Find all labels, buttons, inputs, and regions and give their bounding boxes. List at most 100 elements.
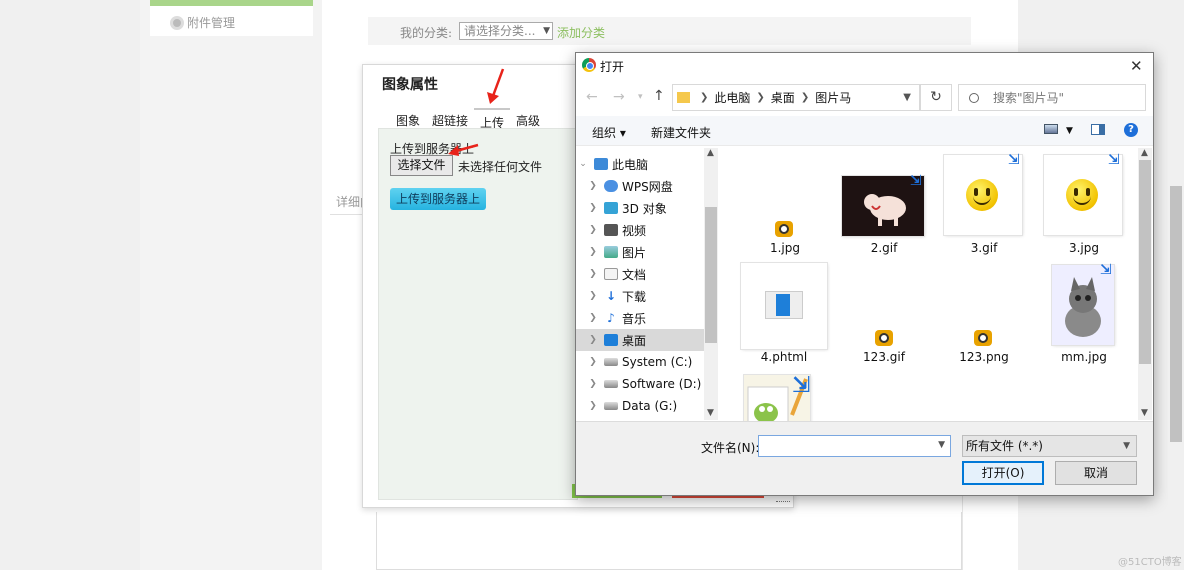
refresh-icon[interactable]: ↻ bbox=[920, 84, 952, 111]
page-scrollbar-thumb[interactable] bbox=[1170, 186, 1182, 442]
tree-item-label: 视频 bbox=[622, 223, 647, 238]
chevron-down-icon[interactable]: ▼ bbox=[707, 408, 714, 418]
chevron-down-icon[interactable]: ▼ bbox=[903, 92, 911, 103]
shortcut-arrow-icon: ⇲ bbox=[1108, 152, 1120, 168]
tree-scrollbar-thumb[interactable] bbox=[705, 207, 717, 343]
tree-item-label: Software (D:) bbox=[622, 377, 702, 391]
sidebar-item-attachments[interactable]: 附件管理 bbox=[170, 14, 235, 31]
add-category-link[interactable]: 添加分类 bbox=[557, 24, 605, 41]
search-icon bbox=[969, 92, 979, 103]
file-thumbnail bbox=[741, 263, 827, 349]
file-item[interactable]: mm.jpg bbox=[1038, 350, 1130, 364]
file-item[interactable]: 2.gif bbox=[838, 241, 930, 255]
navigation-tree: ⌄ 此电脑 ❯ WPS网盘 ❯ 3D 对象 ❯ 视频 ❯ 图片 ❯ 文档 ❯ ↓… bbox=[576, 147, 718, 421]
tree-item-drive-g[interactable]: ❯ Data (G:) bbox=[576, 395, 704, 417]
tree-item-label: 图片 bbox=[622, 245, 647, 260]
dialog-title: 打开 bbox=[600, 60, 625, 74]
back-arrow-icon[interactable]: ← bbox=[586, 89, 598, 105]
chrome-icon bbox=[582, 58, 596, 72]
tree-item-label: 桌面 bbox=[622, 333, 647, 348]
tree-item-drive-c[interactable]: ❯ System (C:) bbox=[576, 351, 704, 373]
document-icon bbox=[604, 268, 618, 280]
app-file-icon bbox=[974, 330, 992, 346]
tree-item-videos[interactable]: ❯ 视频 bbox=[576, 219, 704, 241]
file-item[interactable]: 1.jpg bbox=[739, 241, 831, 255]
cloud-icon bbox=[604, 180, 618, 192]
address-bar[interactable]: ❯ 此电脑 ❯ 桌面 ❯ 图片马 ▼ bbox=[672, 84, 920, 111]
filename-field[interactable]: ▼ bbox=[758, 435, 951, 457]
new-folder-button[interactable]: 新建文件夹 bbox=[651, 124, 711, 141]
chevron-right-icon: ❯ bbox=[589, 379, 597, 389]
chevron-down-icon[interactable]: ▼ bbox=[1066, 126, 1073, 136]
chevron-right-icon: ❯ bbox=[589, 225, 597, 235]
chevron-right-icon: ❯ bbox=[589, 401, 597, 411]
breadcrumb-item[interactable]: 此电脑 bbox=[714, 89, 750, 106]
breadcrumb-item[interactable]: 图片马 bbox=[815, 89, 851, 106]
tree-item-drive-d[interactable]: ❯ Software (D:) bbox=[576, 373, 704, 395]
chevron-right-icon: ❯ bbox=[800, 92, 810, 103]
dialog-title: 图象属性 bbox=[382, 77, 438, 93]
tree-item-label: 此电脑 bbox=[612, 157, 649, 172]
chevron-right-icon: ❯ bbox=[589, 269, 597, 279]
chevron-right-icon: ❯ bbox=[589, 247, 597, 257]
tree-item-desktop[interactable]: ❯ 桌面 bbox=[576, 329, 704, 351]
file-item[interactable]: 3.gif bbox=[938, 241, 1030, 255]
chevron-up-icon[interactable]: ▲ bbox=[1141, 148, 1148, 158]
tree-item-3d-objects[interactable]: ❯ 3D 对象 bbox=[576, 197, 704, 219]
file-type-select[interactable]: 所有文件 (*.*) ▼ bbox=[962, 435, 1137, 457]
chevron-down-icon[interactable]: ▼ bbox=[938, 440, 945, 450]
folder-icon bbox=[677, 92, 690, 103]
category-label: 我的分类: bbox=[400, 26, 453, 40]
shortcut-arrow-icon: ⇲ bbox=[1008, 152, 1020, 168]
file-list: 1.jpg ⇲ 2.gif ⇲ 3.gif ⇲ 3.jpg 4.phtml 12… bbox=[720, 147, 1138, 421]
cms-sidebar bbox=[140, 0, 322, 570]
file-item[interactable]: 123.gif bbox=[838, 350, 930, 364]
search-placeholder: 搜索"图片马" bbox=[993, 91, 1065, 105]
filename-label: 文件名(N): bbox=[701, 441, 760, 455]
file-item[interactable]: 123.png bbox=[938, 350, 1030, 364]
tree-item-wps-cloud[interactable]: ❯ WPS网盘 bbox=[576, 175, 704, 197]
organize-menu[interactable]: 组织 ▾ bbox=[592, 124, 626, 141]
open-button[interactable]: 打开(O) bbox=[962, 461, 1044, 485]
choose-file-button[interactable]: 选择文件 bbox=[390, 155, 453, 176]
tree-item-label: 3D 对象 bbox=[622, 201, 667, 216]
chevron-down-icon[interactable]: ▾ bbox=[638, 92, 643, 102]
file-item[interactable]: 3.jpg bbox=[1038, 241, 1130, 255]
tree-item-label: Data (G:) bbox=[622, 399, 678, 413]
breadcrumb-item[interactable]: 桌面 bbox=[771, 89, 795, 106]
annotation-arrow-icon bbox=[487, 68, 505, 104]
cancel-button[interactable]: 取消 bbox=[1055, 461, 1137, 485]
drive-icon bbox=[604, 358, 618, 366]
tree-item-downloads[interactable]: ❯ ↓ 下载 bbox=[576, 285, 704, 307]
tree-item-documents[interactable]: ❯ 文档 bbox=[576, 263, 704, 285]
forward-arrow-icon[interactable]: → bbox=[613, 89, 625, 105]
file-type-value: 所有文件 (*.*) bbox=[966, 439, 1043, 453]
category-select[interactable]: 请选择分类... ▼ bbox=[459, 22, 553, 40]
view-options-icon[interactable] bbox=[1044, 124, 1058, 134]
tree-item-label: System (C:) bbox=[622, 355, 693, 369]
tree-item-label: WPS网盘 bbox=[622, 179, 673, 194]
computer-icon bbox=[594, 158, 608, 170]
upload-to-server-button[interactable]: 上传到服务器上 bbox=[390, 188, 486, 210]
film-icon bbox=[604, 224, 618, 236]
help-icon[interactable]: ? bbox=[1124, 123, 1138, 137]
tree-item-pictures[interactable]: ❯ 图片 bbox=[576, 241, 704, 263]
shortcut-arrow-icon: ⇲ bbox=[1100, 262, 1112, 278]
desktop-icon bbox=[604, 334, 618, 346]
up-arrow-icon[interactable]: ↑ bbox=[653, 88, 665, 104]
tree-item-music[interactable]: ❯ ♪ 音乐 bbox=[576, 307, 704, 329]
search-input[interactable]: 搜索"图片马" bbox=[958, 84, 1146, 111]
chevron-down-icon[interactable]: ▼ bbox=[1141, 408, 1148, 418]
file-item[interactable]: 4.phtml bbox=[738, 350, 830, 364]
chevron-up-icon[interactable]: ▲ bbox=[707, 148, 714, 158]
chevron-right-icon: ❯ bbox=[589, 181, 597, 191]
close-icon[interactable]: ✕ bbox=[1130, 57, 1143, 75]
smiley-icon bbox=[966, 179, 998, 211]
shortcut-arrow-icon: ⇲ bbox=[910, 173, 922, 189]
tree-item-this-pc[interactable]: ⌄ 此电脑 bbox=[576, 153, 704, 175]
chevron-down-icon: ⌄ bbox=[579, 159, 587, 169]
download-icon: ↓ bbox=[605, 289, 617, 303]
content-editor[interactable] bbox=[376, 512, 962, 570]
preview-pane-icon[interactable] bbox=[1091, 124, 1105, 135]
file-list-scrollbar-thumb[interactable] bbox=[1139, 160, 1151, 364]
